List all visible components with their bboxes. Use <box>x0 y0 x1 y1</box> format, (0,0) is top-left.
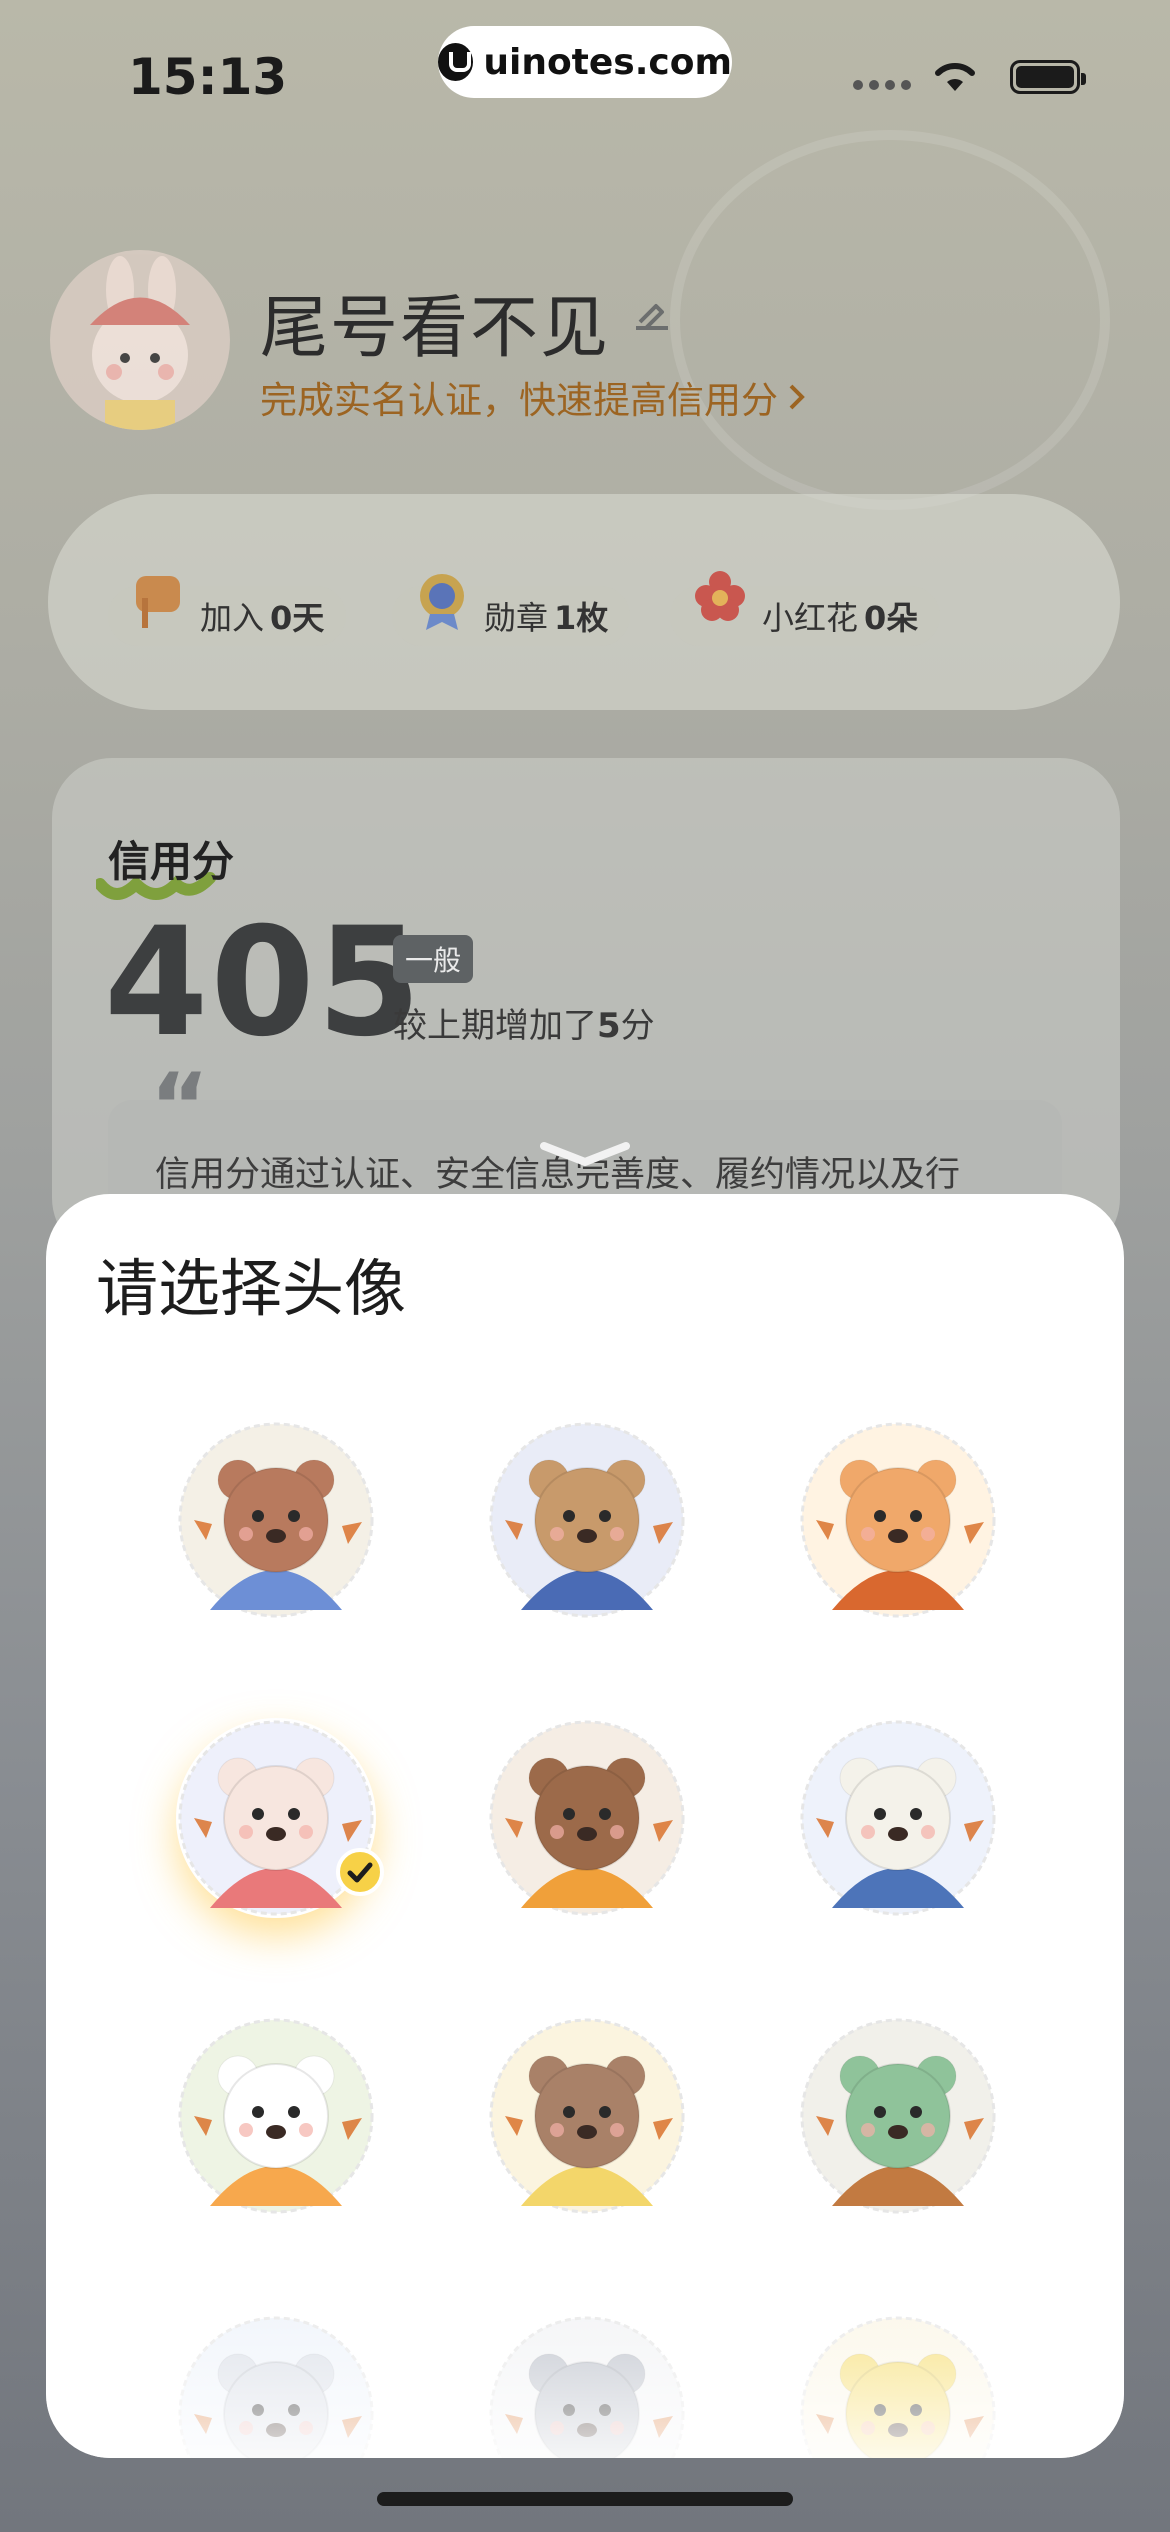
profile-avatar[interactable] <box>50 250 230 430</box>
credit-score: 405 <box>104 896 424 1070</box>
sloth-headphones-icon <box>489 2018 685 2214</box>
panda-hoodie-avatar[interactable] <box>176 2016 376 2216</box>
dinosaur-briefcase-icon <box>800 2018 996 2214</box>
verify-link[interactable]: 完成实名认证，快速提高信用分 <box>260 370 808 424</box>
credit-change-prefix: 较上期增加了 <box>393 1006 597 1046</box>
fox-guitar-icon <box>800 1422 996 1618</box>
stat-medals[interactable]: 勋章 1枚 <box>392 574 631 646</box>
credit-change-value: 5 <box>597 1006 621 1046</box>
stat-value: 0朵 <box>864 599 919 637</box>
sheet-collapse-chevron-icon[interactable] <box>540 1140 630 1170</box>
bunny-avatar-icon <box>90 256 190 430</box>
sloth-headphones-avatar[interactable] <box>487 2016 687 2216</box>
selected-check-icon <box>336 1848 384 1896</box>
profile-name: 尾号看不见 <box>260 289 611 368</box>
cellular-signal-icon <box>853 80 911 90</box>
flag-icon <box>136 576 180 628</box>
battery-icon <box>1010 60 1086 94</box>
red-flower-icon <box>695 571 745 621</box>
avatar-picker-sheet: 请选择头像 <box>46 1194 1124 2458</box>
medal-icon <box>420 574 464 630</box>
stat-value: 0天 <box>270 599 325 637</box>
stat-label: 勋章 <box>484 599 549 637</box>
site-name: uinotes.com <box>483 41 732 83</box>
scroll-fade-overlay <box>46 2258 1124 2458</box>
beaver-hat-avatar[interactable] <box>487 1420 687 1620</box>
panda-hoodie-icon <box>178 2018 374 2214</box>
chevron-right-icon <box>789 384 805 410</box>
status-time: 15:13 <box>128 48 288 106</box>
bear-basketball-avatar[interactable] <box>176 1420 376 1620</box>
raccoon-goggles-icon <box>489 1720 685 1916</box>
sheet-title: 请选择头像 <box>96 1252 407 1325</box>
alpaca-coffee-icon <box>800 1720 996 1916</box>
bear-basketball-icon <box>178 1422 374 1618</box>
credit-level-badge: 一般 <box>393 935 474 983</box>
verify-link-text: 完成实名认证，快速提高信用分 <box>260 379 778 422</box>
stat-label: 加入 <box>200 599 265 637</box>
home-indicator[interactable] <box>377 2492 793 2506</box>
stat-red-flowers[interactable]: 小红花 0朵 <box>670 571 941 646</box>
bunny-basket-avatar[interactable] <box>176 1718 384 1918</box>
credit-change: 较上期增加了5分 <box>393 998 655 1047</box>
beaver-hat-icon <box>489 1422 685 1618</box>
site-logo-icon <box>438 43 474 81</box>
background-decoration <box>670 130 1110 510</box>
quote-icon: “ <box>150 1054 210 1159</box>
dinosaur-briefcase-avatar[interactable] <box>798 2016 998 2216</box>
stat-label: 小红花 <box>762 599 859 637</box>
credit-title: 信用分 <box>108 837 235 886</box>
stat-join-days[interactable]: 加入 0天 <box>108 576 347 646</box>
status-bar: 15:13 uinotes.com <box>0 0 1170 140</box>
site-watermark: uinotes.com <box>438 26 732 98</box>
credit-change-suffix: 分 <box>620 1006 655 1046</box>
edit-icon[interactable] <box>632 298 672 334</box>
stat-value: 1枚 <box>554 599 609 637</box>
alpaca-coffee-avatar[interactable] <box>798 1718 998 1918</box>
raccoon-goggles-avatar[interactable] <box>487 1718 687 1918</box>
fox-guitar-avatar[interactable] <box>798 1420 998 1620</box>
wifi-icon <box>935 62 975 91</box>
